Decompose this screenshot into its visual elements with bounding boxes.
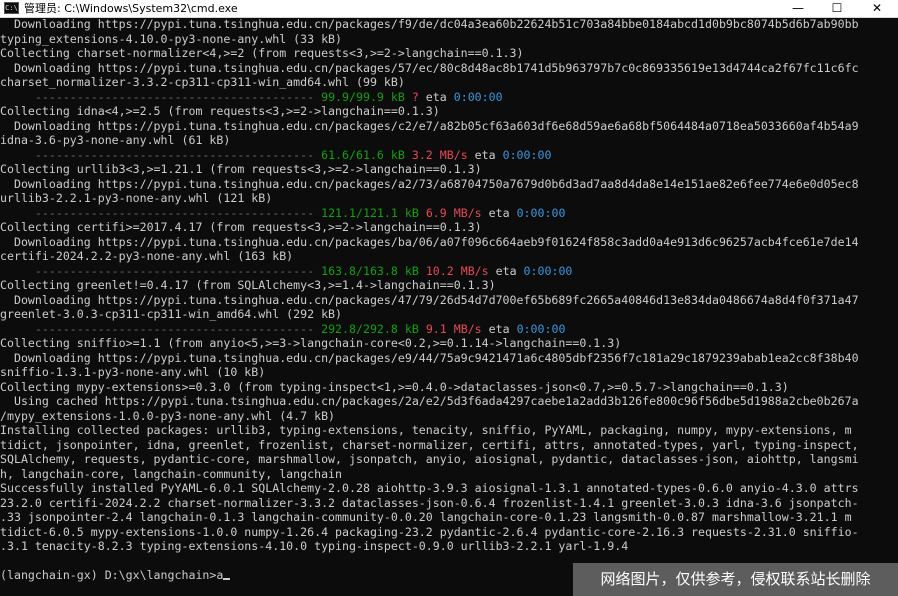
progress-line: ----------------------------------------… [0,206,898,221]
terminal-line: Installing collected packages: urllib3, … [0,423,852,437]
eta-label: eta [467,147,503,162]
download-speed: ? [411,89,419,104]
close-button[interactable]: ✕ [858,0,896,17]
progress-size: 61.6/61.6 kB [321,147,405,162]
progress-size: 292.8/292.8 kB [321,321,419,336]
terminal-line: .3.1 tenacity-8.2.3 typing-extensions-4.… [0,539,629,553]
eta-time: 0:00:00 [502,147,552,162]
terminal-line: Successfully installed PyYAML-6.0.1 SQLA… [0,481,859,495]
download-speed: 6.9 MB/s [425,205,482,220]
progress-size: 99.9/99.9 kB [321,89,405,104]
progress-bar: ---------------------------------------- [0,147,322,162]
terminal-line: tidict, jsonpointer, idna, greenlet, fro… [0,437,859,452]
title-bar[interactable]: C:\ 管理员: C:\Windows\System32\cmd.exe — ☐… [0,0,898,18]
eta-time: 0:00:00 [516,321,566,336]
terminal-line: Downloading https://pypi.tuna.tsinghua.e… [0,234,859,249]
terminal-line: Collecting sniffio>=1.1 (from anyio<5,>=… [0,336,622,350]
command-prompt[interactable]: (langchain-gx) D:\gx\langchain>a [0,568,223,582]
terminal-line: charset_normalizer-3.3.2-cp311-cp311-win… [0,75,405,89]
progress-line: ----------------------------------------… [0,322,898,337]
terminal-line: Downloading https://pypi.tuna.tsinghua.e… [0,176,859,191]
watermark-banner: 网络图片，仅供参考，侵权联系站长删除 [573,563,898,596]
progress-size: 163.8/163.8 kB [321,263,419,278]
terminal-line: Using cached https://pypi.tuna.tsinghua.… [0,394,859,408]
terminal-line: Collecting charset-normalizer<4,>=2 (fro… [0,46,524,60]
download-speed: 9.1 MB/s [425,321,482,336]
progress-line: ----------------------------------------… [0,148,898,163]
progress-bar: ---------------------------------------- [0,205,322,220]
eta-time: 0:00:00 [453,89,503,104]
terminal-line: certifi-2024.2.2-py3-none-any.whl (163 k… [0,249,294,263]
eta-time: 0:00:00 [516,205,566,220]
progress-bar: ---------------------------------------- [0,263,322,278]
maximize-button[interactable]: ☐ [818,0,856,17]
download-speed: 10.2 MB/s [425,263,489,278]
terminal-line: Collecting greenlet!=0.4.17 (from SQLAlc… [0,278,496,292]
download-speed: 3.2 MB/s [411,147,468,162]
eta-label: eta [418,89,454,104]
terminal-line: /mypy_extensions-1.0.0-py3-none-any.whl … [0,408,336,423]
terminal-line: Collecting idna<4,>=2.5 (from requests<3… [0,104,440,118]
text-cursor [223,578,231,580]
terminal-line: Downloading https://pypi.tuna.tsinghua.e… [0,118,859,133]
terminal-line: SQLAlchemy, requests, pydantic-core, mar… [0,452,859,466]
minimize-button[interactable]: — [779,0,817,17]
terminal-line: idna-3.6-py3-none-any.whl (61 kB) [0,133,231,147]
eta-label: eta [481,205,517,220]
eta-label: eta [481,321,517,336]
eta-time: 0:00:00 [523,263,573,278]
terminal-line: sniffio-1.3.1-py3-none-any.whl (10 kB) [0,365,266,379]
terminal-line: Collecting mypy-extensions>=0.3.0 (from … [0,379,789,394]
terminal-line: Downloading https://pypi.tuna.tsinghua.e… [0,292,859,307]
window-title: 管理员: C:\Windows\System32\cmd.exe [24,2,238,15]
terminal-line: tidict-6.0.5 mypy-extensions-1.0.0 numpy… [0,524,859,539]
progress-bar: ---------------------------------------- [0,89,322,104]
terminal-line: Collecting urllib3<3,>=1.21.1 (from requ… [0,162,482,176]
terminal-line: urllib3-2.2.1-py3-none-any.whl (121 kB) [0,191,273,205]
terminal-line: greenlet-3.0.3-cp311-cp311-win_amd64.whl… [0,307,343,321]
progress-line: ----------------------------------------… [0,90,898,105]
progress-line: ----------------------------------------… [0,264,898,279]
cmd-app-icon: C:\ [4,2,19,14]
terminal-output[interactable]: Downloading https://pypi.tuna.tsinghua.e… [0,17,898,596]
terminal-line: 23.2.0 certifi-2024.2.2 charset-normaliz… [0,495,859,510]
terminal-line: h, langchain-core, langchain-community, … [0,466,343,481]
eta-label: eta [488,263,524,278]
terminal-line: .33 jsonpointer-2.4 langchain-0.1.3 lang… [0,510,852,524]
terminal-line: Collecting certifi>=2017.4.17 (from requ… [0,220,482,234]
terminal-line: Downloading https://pypi.tuna.tsinghua.e… [0,350,859,365]
progress-size: 121.1/121.1 kB [321,205,419,220]
terminal-line: Downloading https://pypi.tuna.tsinghua.e… [0,17,859,31]
progress-bar: ---------------------------------------- [0,321,322,336]
terminal-line: Downloading https://pypi.tuna.tsinghua.e… [0,60,859,75]
terminal-line: typing_extensions-4.10.0-py3-none-any.wh… [0,31,343,46]
